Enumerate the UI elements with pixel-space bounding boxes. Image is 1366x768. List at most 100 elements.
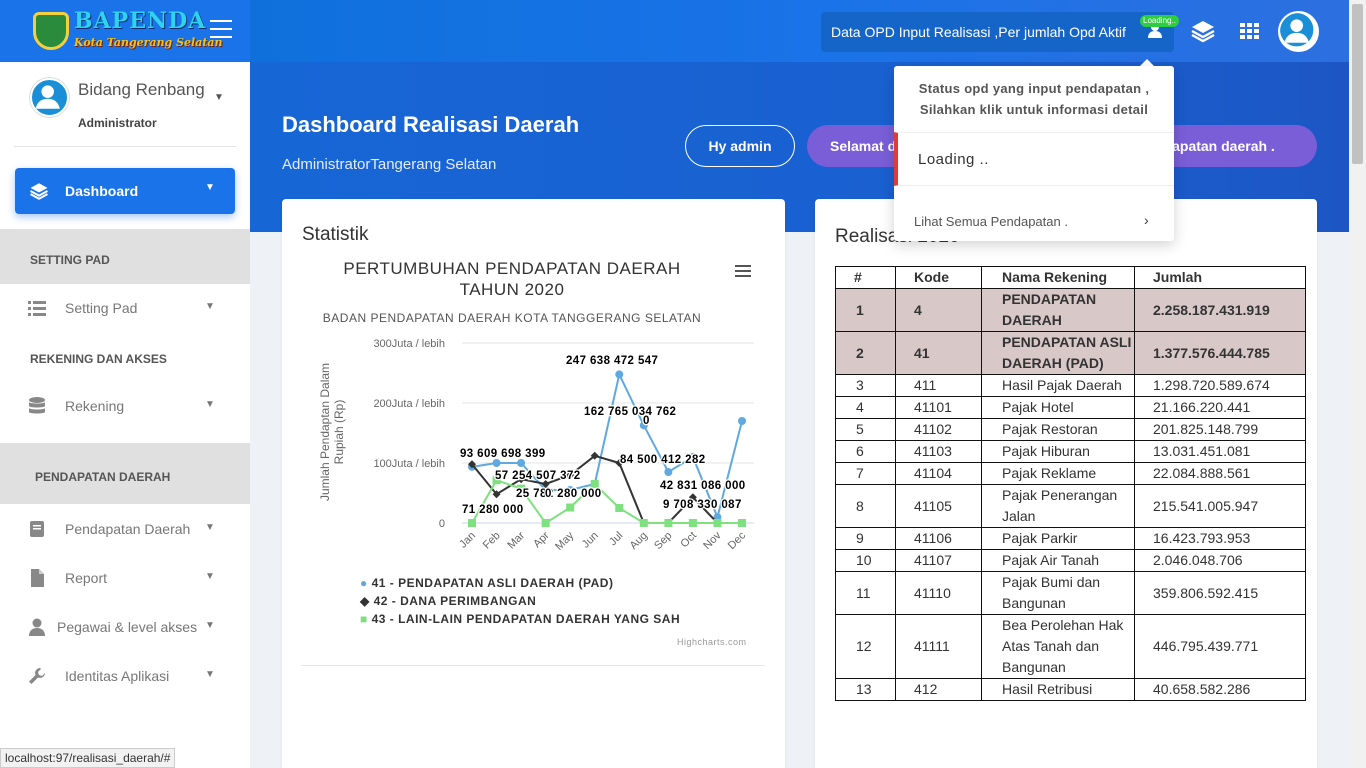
y-axis-label: Jumlah Pendaptan DalamRupiah (Rp) bbox=[318, 363, 346, 501]
chevron-down-icon: ▼ bbox=[205, 669, 215, 680]
x-tick-label: Jun bbox=[580, 530, 601, 551]
data-label: 9 708 330 087 bbox=[663, 499, 742, 511]
profile-avatar[interactable] bbox=[1278, 11, 1319, 52]
chevron-down-icon: ▼ bbox=[205, 571, 215, 582]
loading-text: Loading .. bbox=[918, 151, 989, 168]
row-code: 41103 bbox=[895, 440, 982, 463]
data-label: 25 782 280 000 bbox=[516, 488, 602, 500]
layers-icon bbox=[30, 183, 48, 200]
book-icon bbox=[30, 521, 44, 537]
layers-icon[interactable] bbox=[1190, 18, 1216, 44]
sidebar-item-pendapatan-daerah[interactable]: Pendapatan Daerah ▼ bbox=[0, 509, 250, 549]
sidebar-item-setting-pad[interactable]: Setting Pad ▼ bbox=[0, 288, 250, 328]
x-tick-label: Aug bbox=[628, 530, 650, 552]
row-code: 4 bbox=[895, 288, 982, 332]
row-name: Hasil Retribusi bbox=[981, 678, 1135, 701]
loading-badge: Loading.. bbox=[1140, 15, 1179, 27]
row-name: Pajak Restoran bbox=[981, 418, 1135, 441]
x-tick-label: Apr bbox=[531, 529, 552, 550]
y-tick-label: 100Juta / lebih bbox=[373, 458, 445, 470]
row-name: Pajak Penerangan Jalan bbox=[981, 484, 1135, 528]
chevron-down-icon: ▼ bbox=[205, 522, 215, 533]
row-amount: 2.046.048.706 bbox=[1134, 549, 1306, 572]
table-row: 4 41101 Pajak Hotel 21.166.220.441 bbox=[835, 396, 1306, 419]
database-icon bbox=[29, 397, 45, 414]
row-name: Pajak Parkir bbox=[981, 527, 1135, 550]
row-code: 412 bbox=[895, 678, 982, 701]
page-subtitle: AdministratorTangerang Selatan bbox=[282, 156, 497, 173]
row-code: 41111 bbox=[895, 614, 982, 679]
user-icon bbox=[29, 618, 45, 636]
page-scrollbar[interactable] bbox=[1349, 0, 1366, 768]
sidebar-item-label: Report bbox=[65, 570, 108, 586]
data-label: 162 765 034 762 bbox=[584, 406, 676, 418]
row-amount: 1.298.720.589.674 bbox=[1134, 374, 1306, 397]
greeting-button[interactable]: Hy admin bbox=[685, 125, 795, 167]
row-amount: 1.377.576.444.785 bbox=[1134, 331, 1306, 375]
row-name: Hasil Pajak Daerah bbox=[981, 374, 1135, 397]
y-tick-label: 300Juta / lebih bbox=[373, 338, 445, 350]
sidebar-item-label: Identitas Aplikasi bbox=[65, 668, 170, 684]
table-row: 13 412 Hasil Retribusi 40.658.582.286 bbox=[835, 678, 1306, 701]
row-amount: 21.166.220.441 bbox=[1134, 396, 1306, 419]
chevron-down-icon[interactable]: ▼ bbox=[214, 92, 224, 103]
section-rekening: REKENING DAN AKSES bbox=[30, 352, 167, 366]
brand-area[interactable]: BAPENDA Kota Tangerang Selatan bbox=[0, 0, 250, 62]
table-row: 5 41102 Pajak Restoran 201.825.148.799 bbox=[835, 418, 1306, 441]
see-all-link[interactable]: Lihat Semua Pendapatan . bbox=[914, 214, 1068, 229]
row-amount: 16.423.793.953 bbox=[1134, 527, 1306, 550]
row-number: 2 bbox=[835, 331, 896, 375]
row-code: 41107 bbox=[895, 549, 982, 572]
sidebar-item-pegawai[interactable]: Pegawai & level akses ▼ bbox=[0, 607, 250, 647]
sidebar-item-rekening[interactable]: Rekening ▼ bbox=[0, 386, 250, 426]
chart-subtitle: BADAN PENDAPATAN DAERAH KOTA TANGGERANG … bbox=[322, 311, 702, 325]
sidebar-item-report[interactable]: Report ▼ bbox=[0, 558, 250, 598]
data-point bbox=[492, 459, 501, 467]
row-amount: 40.658.582.286 bbox=[1134, 678, 1306, 701]
page-title: Dashboard Realisasi Daerah bbox=[282, 112, 580, 137]
legend-item-perimbangan[interactable]: ◆ 42 - DANA PERIMBANGAN bbox=[360, 594, 536, 608]
dropdown-loading-item[interactable]: Loading .. bbox=[894, 132, 1174, 186]
sidebar-item-identitas[interactable]: Identitas Aplikasi ▼ bbox=[0, 656, 250, 696]
chart-credit[interactable]: Highcharts.com bbox=[677, 637, 747, 647]
column-header: Jumlah bbox=[1134, 266, 1306, 289]
row-name: PENDAPATAN DAERAH bbox=[981, 288, 1135, 332]
grid-apps-icon[interactable] bbox=[1237, 18, 1263, 44]
opd-status-dropdown: Status opd yang input pendapatan , Silahk… bbox=[894, 66, 1174, 241]
row-number: 8 bbox=[835, 484, 896, 528]
legend-label: 42 - DANA PERIMBANGAN bbox=[373, 594, 537, 608]
legend-label: 41 - PENDAPATAN ASLI DAERAH (PAD) bbox=[371, 576, 614, 590]
chevron-down-icon: ▼ bbox=[205, 620, 215, 631]
statistik-card: Statistik PERTUMBUHAN PENDAPATAN DAERAH … bbox=[282, 199, 785, 768]
realisasi-card: Realisasi 2020 # Kode Nama Rekening Juml… bbox=[815, 199, 1317, 768]
data-point bbox=[517, 459, 526, 467]
legend-item-pad[interactable]: ● 41 - PENDAPATAN ASLI DAERAH (PAD) bbox=[360, 576, 613, 590]
row-number: 9 bbox=[835, 527, 896, 550]
sidebar-item-dashboard[interactable]: Dashboard ▼ bbox=[15, 168, 235, 214]
section-pendapatan: PENDAPATAN DAERAH bbox=[0, 443, 250, 504]
table-row: 10 41107 Pajak Air Tanah 2.046.048.706 bbox=[835, 549, 1306, 572]
chevron-right-icon[interactable]: › bbox=[1144, 212, 1149, 228]
opd-status-button[interactable]: Data OPD Input Realisasi ,Per jumlah Opd… bbox=[821, 12, 1174, 52]
table-row: 9 41106 Pajak Parkir 16.423.793.953 bbox=[835, 527, 1306, 550]
row-code: 411 bbox=[895, 374, 982, 397]
column-header: Kode bbox=[895, 266, 982, 289]
table-row: 12 41111 Bea Perolehan Hak Atas Tanah dan … bbox=[835, 614, 1306, 679]
data-point bbox=[566, 503, 575, 512]
data-point bbox=[688, 519, 697, 527]
legend-item-lain[interactable]: ■ 43 - LAIN-LAIN PENDAPATAN DAERAH YANG … bbox=[360, 612, 680, 626]
data-label: 93 609 698 399 bbox=[460, 448, 546, 460]
row-number: 4 bbox=[835, 396, 896, 419]
table-row: 11 41110 Pajak Bumi dan Bangunan 359.806.59… bbox=[835, 571, 1306, 615]
divider bbox=[14, 146, 236, 147]
row-amount: 201.825.148.799 bbox=[1134, 418, 1306, 441]
chart-menu-icon[interactable] bbox=[735, 265, 751, 279]
scrollbar-thumb[interactable] bbox=[1352, 4, 1363, 164]
data-point bbox=[738, 417, 746, 425]
brand-subtitle: Kota Tangerang Selatan bbox=[74, 36, 223, 49]
row-code: 41110 bbox=[895, 571, 982, 615]
hamburger-menu-icon[interactable] bbox=[210, 20, 232, 38]
dropdown-header-line: Status opd yang input pendapatan , bbox=[918, 81, 1150, 96]
row-amount: 13.031.451.081 bbox=[1134, 440, 1306, 463]
table-row: 7 41104 Pajak Reklame 22.084.888.561 bbox=[835, 462, 1306, 485]
